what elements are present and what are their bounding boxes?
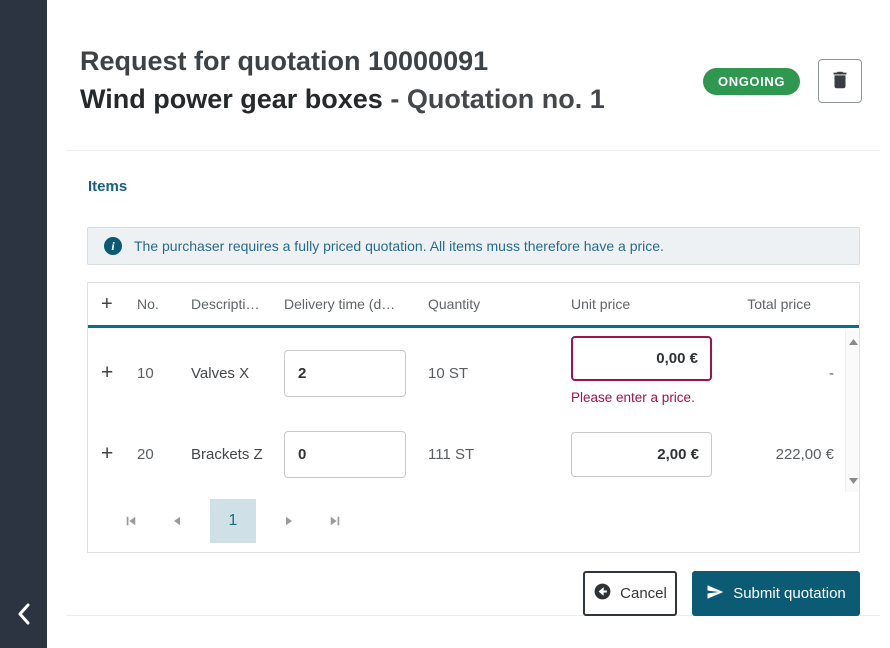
next-page-button[interactable]: [276, 508, 302, 534]
info-banner-text: The purchaser requires a fully priced qu…: [134, 238, 664, 254]
chevron-left-icon: [17, 603, 31, 630]
submit-quotation-button[interactable]: Submit quotation: [692, 571, 860, 616]
table-header-row: + No. Descripti… Delivery time (d… Quant…: [88, 283, 859, 328]
previous-page-button[interactable]: [164, 508, 190, 534]
page-title-line1: Request for quotation 10000091: [80, 42, 605, 80]
column-header-unit-price: Unit price: [571, 296, 712, 312]
expand-row-icon[interactable]: +: [101, 442, 137, 466]
add-item-icon[interactable]: +: [101, 293, 137, 316]
delivery-time-input[interactable]: [284, 350, 406, 397]
page: Request for quotation 10000091 Wind powe…: [0, 0, 890, 648]
unit-price-input[interactable]: [571, 336, 712, 381]
quotation-number: Quotation no. 1: [407, 84, 605, 114]
column-header-quantity: Quantity: [428, 296, 571, 312]
item-quantity: 10 ST: [428, 365, 571, 382]
table-row: + 10 Valves X 10 ST Please enter a price…: [88, 328, 859, 418]
scroll-up-icon[interactable]: [846, 335, 860, 349]
title-separator: -: [383, 84, 407, 114]
expand-row-icon[interactable]: +: [101, 361, 137, 385]
status-badge: ONGOING: [703, 68, 800, 95]
info-icon: i: [104, 237, 122, 255]
delivery-time-cell: [284, 350, 428, 397]
table-row: + 20 Brackets Z 111 ST 222,00 €: [88, 418, 859, 490]
trash-icon: [829, 69, 851, 94]
page-title-line2: Wind power gear boxes - Quotation no. 1: [80, 80, 605, 118]
item-description: Valves X: [191, 365, 284, 382]
sidebar: [0, 0, 47, 648]
items-table: + No. Descripti… Delivery time (d… Quant…: [87, 282, 860, 553]
back-circle-icon: [593, 582, 612, 605]
cancel-button[interactable]: Cancel: [583, 571, 677, 616]
header-divider: [66, 150, 880, 151]
unit-price-error: Please enter a price.: [571, 390, 712, 405]
item-description: Brackets Z: [191, 446, 284, 463]
item-quantity: 111 ST: [428, 446, 571, 463]
column-header-delivery-time: Delivery time (d…: [284, 296, 428, 312]
item-total-price: 222,00 €: [712, 446, 845, 463]
scroll-down-icon[interactable]: [846, 474, 860, 488]
unit-price-input[interactable]: [571, 432, 712, 477]
unit-price-cell: Please enter a price.: [571, 328, 712, 405]
delivery-time-input[interactable]: [284, 431, 406, 478]
column-header-description: Descripti…: [191, 296, 284, 312]
submit-button-label: Submit quotation: [733, 585, 846, 602]
first-page-button[interactable]: [118, 508, 144, 534]
column-header-total-price: Total price: [712, 296, 845, 312]
column-header-no: No.: [137, 296, 191, 312]
send-icon: [706, 583, 724, 605]
info-banner: i The purchaser requires a fully priced …: [87, 227, 860, 265]
cancel-button-label: Cancel: [620, 585, 667, 602]
delete-button[interactable]: [818, 59, 862, 103]
last-page-button[interactable]: [322, 508, 348, 534]
pagination: 1: [88, 490, 859, 552]
page-title: Request for quotation 10000091 Wind powe…: [80, 42, 605, 118]
current-page-button[interactable]: 1: [210, 499, 256, 543]
item-no: 10: [137, 365, 191, 382]
table-scrollbar[interactable]: [845, 331, 859, 492]
item-no: 20: [137, 446, 191, 463]
delivery-time-cell: [284, 431, 428, 478]
unit-price-cell: [571, 432, 712, 477]
sidebar-collapse-button[interactable]: [0, 598, 47, 634]
items-section-heading: Items: [88, 178, 127, 195]
rfq-name: Wind power gear boxes: [80, 84, 383, 114]
item-total-price: -: [712, 365, 845, 382]
